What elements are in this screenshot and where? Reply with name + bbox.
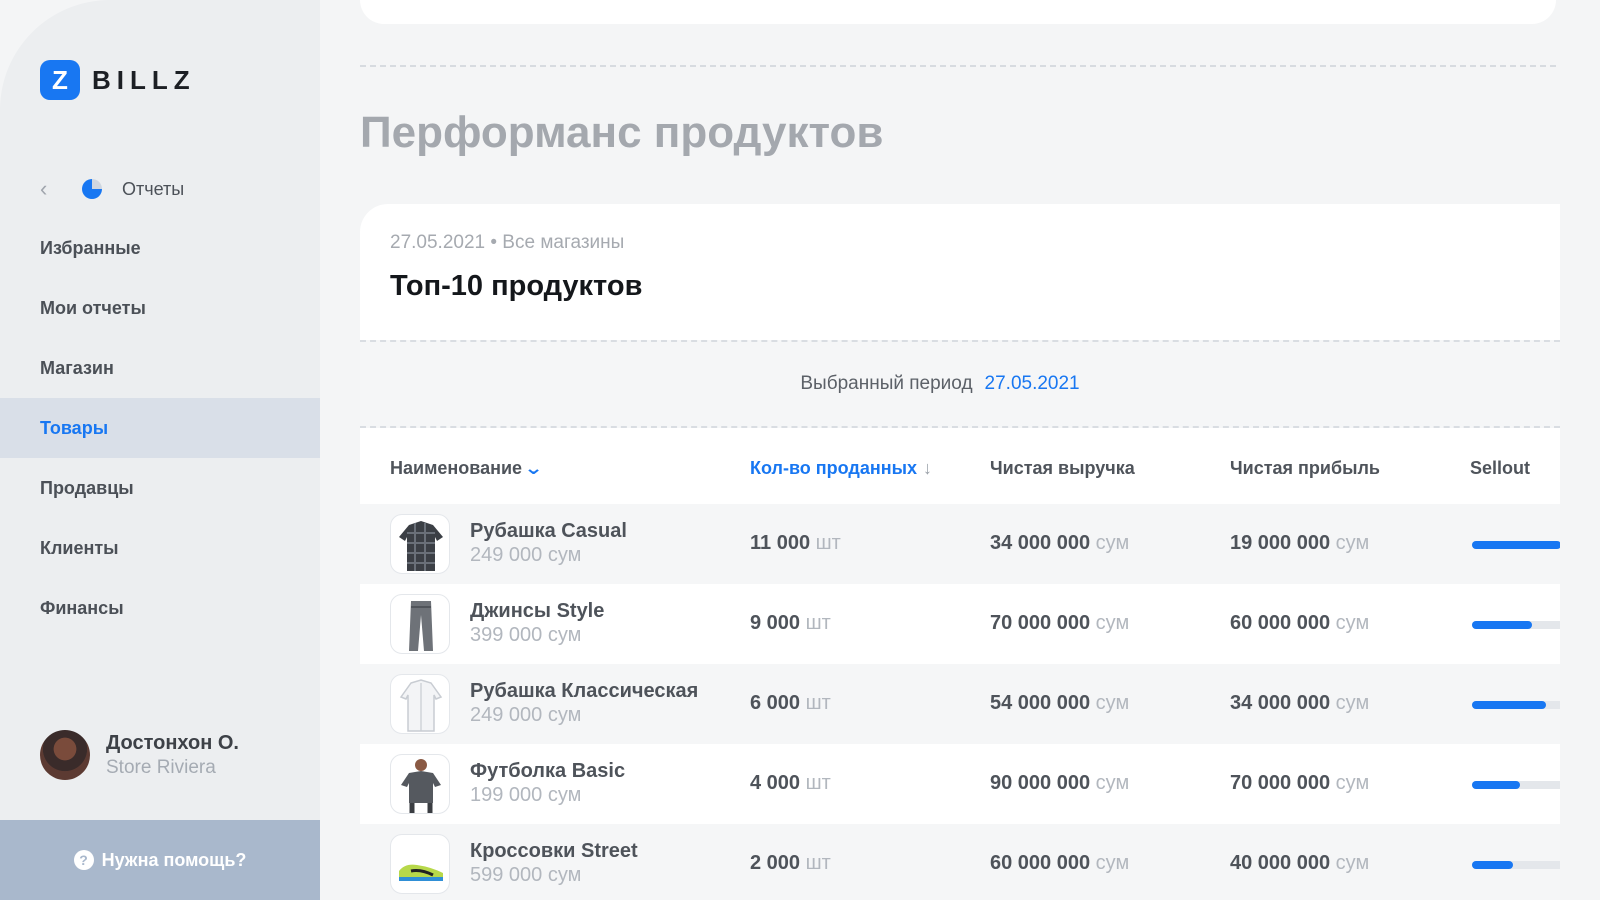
sellout-bar-fill (1472, 621, 1532, 629)
sellout-bar (1472, 541, 1560, 549)
logo-mark-icon: Z (40, 60, 80, 100)
column-header-sellout[interactable]: Sellout (1470, 458, 1530, 479)
sidebar-item-my-reports[interactable]: Мои отчеты (0, 278, 320, 338)
product-name: Джинсы Style (470, 600, 605, 622)
product-price: 399 000 сум (470, 624, 582, 646)
column-header-qty[interactable]: Кол-во проданных ↓ (750, 458, 932, 479)
user-store: Store Riviera (106, 756, 216, 778)
user-name: Достонхон О. (106, 731, 239, 754)
sellout-bar-fill (1472, 861, 1514, 869)
back-label: Отчеты (122, 178, 185, 199)
product-name: Рубашка Классическая (470, 680, 699, 702)
qty-cell: 4 000 шт (750, 772, 831, 794)
revenue-cell: 34 000 000 сум (990, 532, 1130, 554)
period-bar: Выбранный период 27.05.2021 (360, 340, 1560, 428)
jeans-icon (390, 594, 450, 654)
logo-text: BILLZ (92, 64, 196, 95)
sidebar-nav: Избранные Мои отчеты Магазин Товары Прод… (0, 218, 320, 638)
column-header-name[interactable]: Наименование⌄ (390, 458, 544, 479)
card-subtitle: 27.05.2021 • Все магазины (390, 232, 625, 253)
sidebar-item-clients[interactable]: Клиенты (0, 518, 320, 578)
back-to-reports[interactable]: ‹ Отчеты (40, 176, 184, 202)
column-header-qty-label: Кол-во проданных (750, 458, 917, 478)
sidebar-item-products[interactable]: Товары (0, 398, 320, 458)
sellout-bar-fill (1472, 781, 1520, 789)
table-row[interactable]: Футболка Basic 199 000 сум 4 000 шт 90 0… (360, 744, 1560, 824)
product-name: Футболка Basic (470, 760, 626, 782)
logo[interactable]: Z BILLZ (40, 60, 196, 100)
table-row[interactable]: Рубашка Классическая 249 000 сум 6 000 ш… (360, 664, 1560, 744)
qty-cell: 6 000 шт (750, 692, 831, 714)
product-price: 599 000 сум (470, 864, 582, 886)
help-label: Нужна помощь? (101, 849, 247, 870)
product-price: 199 000 сум (470, 784, 582, 806)
qty-cell: 9 000 шт (750, 612, 831, 634)
qty-cell: 11 000 шт (750, 532, 841, 554)
table-row[interactable]: Рубашка Casual 249 000 сум 11 000 шт 34 … (360, 504, 1560, 584)
revenue-cell: 90 000 000 сум (990, 772, 1130, 794)
previous-card (360, 0, 1556, 24)
table-row[interactable]: Кроссовки Street 599 000 сум 2 000 шт 60… (360, 824, 1560, 900)
revenue-cell: 60 000 000 сум (990, 852, 1130, 874)
sidebar-item-sellers[interactable]: Продавцы (0, 458, 320, 518)
plaid-shirt-icon (390, 514, 450, 574)
sellout-bar (1472, 621, 1560, 629)
sellout-bar-fill (1472, 541, 1560, 549)
avatar (40, 730, 90, 780)
column-header-profit[interactable]: Чистая прибыль (1230, 458, 1380, 479)
card-title: Топ-10 продуктов (390, 270, 643, 302)
sidebar: Z BILLZ ‹ Отчеты Избранные Мои отчеты Ма… (0, 0, 320, 900)
top-products-card: 27.05.2021 • Все магазины Топ-10 продукт… (360, 204, 1560, 900)
sidebar-item-store[interactable]: Магазин (0, 338, 320, 398)
product-price: 249 000 сум (470, 704, 582, 726)
period-date[interactable]: 27.05.2021 (985, 373, 1080, 395)
revenue-cell: 70 000 000 сум (990, 612, 1130, 634)
period-label: Выбранный период (800, 373, 973, 394)
qty-cell: 2 000 шт (750, 852, 831, 874)
profit-cell: 34 000 000 сум (1230, 692, 1370, 714)
sellout-bar-fill (1472, 701, 1546, 709)
t-shirt-icon (390, 754, 450, 814)
revenue-cell: 54 000 000 сум (990, 692, 1130, 714)
sellout-bar (1472, 781, 1560, 789)
chevron-left-icon[interactable]: ‹ (40, 176, 60, 202)
profit-cell: 70 000 000 сум (1230, 772, 1370, 794)
divider (360, 65, 1556, 67)
question-icon: ? (73, 850, 94, 870)
page-title: Перформанс продуктов (360, 108, 884, 157)
sidebar-item-finance[interactable]: Финансы (0, 578, 320, 638)
sellout-bar (1472, 701, 1560, 709)
sneakers-icon (390, 834, 450, 894)
sellout-bar (1472, 861, 1560, 869)
profit-cell: 19 000 000 сум (1230, 532, 1370, 554)
user-profile[interactable]: Достонхон О. Store Riviera (40, 730, 239, 780)
profit-cell: 60 000 000 сум (1230, 612, 1370, 634)
sidebar-item-favorites[interactable]: Избранные (0, 218, 320, 278)
profit-cell: 40 000 000 сум (1230, 852, 1370, 874)
pie-chart-icon (82, 179, 102, 199)
table-row[interactable]: Джинсы Style 399 000 сум 9 000 шт 70 000… (360, 584, 1560, 664)
white-shirt-icon (390, 674, 450, 734)
column-header-revenue[interactable]: Чистая выручка (990, 458, 1135, 479)
chevron-down-icon[interactable]: ⌄ (524, 458, 544, 479)
column-header-name-label: Наименование (390, 458, 523, 478)
help-button[interactable]: ? Нужна помощь? (0, 820, 320, 900)
product-name: Кроссовки Street (470, 840, 638, 862)
sort-arrow-down-icon[interactable]: ↓ (923, 458, 932, 478)
product-name: Рубашка Casual (470, 520, 627, 542)
product-price: 249 000 сум (470, 544, 582, 566)
